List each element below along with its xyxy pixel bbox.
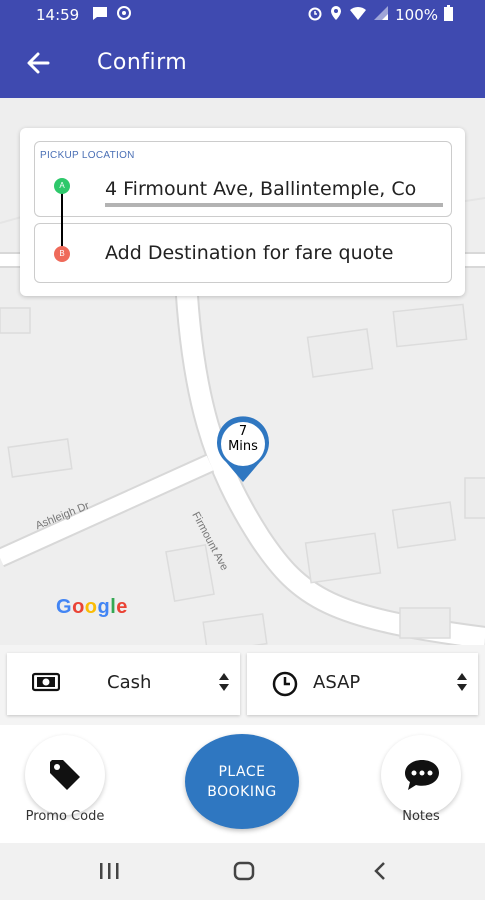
promo-code-label: Promo Code: [25, 809, 105, 824]
pickup-eta-pin[interactable]: 7 Mins: [212, 416, 274, 486]
location-icon: [329, 5, 343, 25]
status-bar: 14:59 100%: [0, 0, 485, 30]
payment-method-value: Cash: [107, 672, 152, 693]
sync-icon: [116, 5, 132, 25]
recent-apps-button[interactable]: [98, 861, 120, 885]
tag-icon: [47, 757, 83, 797]
eta-unit: Mins: [228, 439, 258, 454]
battery-level: 100%: [395, 6, 438, 24]
chat-bubble-icon: [403, 757, 441, 797]
place-booking-line2: BOOKING: [207, 784, 277, 800]
destination-field[interactable]: Add Destination for fare quote: [34, 223, 452, 283]
alarm-icon: [307, 5, 323, 25]
pickup-address[interactable]: 4 Firmount Ave, Ballintemple, Co: [105, 178, 443, 207]
system-nav-bar: [0, 843, 485, 900]
arrow-left-icon: [22, 52, 56, 84]
pickup-field[interactable]: PICKUP LOCATION 4 Firmount Ave, Ballinte…: [34, 141, 452, 217]
promo-code-button[interactable]: [25, 735, 105, 815]
pickup-time-select[interactable]: ASAP: [247, 653, 478, 715]
sort-arrows-icon: [456, 671, 468, 697]
home-button[interactable]: [232, 861, 256, 885]
payment-method-select[interactable]: Cash: [7, 653, 240, 715]
booking-actions: Promo Code PLACE BOOKING Notes: [0, 725, 485, 843]
eta-value: 7: [238, 424, 248, 439]
recent-apps-icon: [100, 863, 119, 879]
wifi-icon: [349, 5, 367, 25]
back-nav-button[interactable]: [372, 861, 388, 885]
clock-icon: [272, 671, 298, 701]
status-time: 14:59: [36, 6, 80, 24]
page-title: Confirm: [97, 50, 188, 75]
signal-icon: [373, 5, 389, 25]
pickup-marker: A: [54, 178, 70, 194]
google-logo: Google: [56, 596, 128, 618]
message-icon: [92, 5, 108, 25]
destination-marker: B: [54, 246, 70, 262]
chevron-left-icon: [374, 862, 385, 880]
route-connector: [61, 192, 63, 248]
pickup-label: PICKUP LOCATION: [40, 150, 135, 161]
app-bar: Confirm: [0, 30, 485, 98]
notes-button[interactable]: [381, 735, 461, 815]
booking-options: Cash ASAP: [0, 645, 485, 725]
pickup-time-value: ASAP: [313, 672, 361, 693]
cash-icon: [31, 671, 61, 697]
location-card: PICKUP LOCATION 4 Firmount Ave, Ballinte…: [20, 128, 465, 296]
sort-arrows-icon: [218, 671, 230, 697]
place-booking-line1: PLACE: [218, 764, 266, 780]
destination-placeholder: Add Destination for fare quote: [105, 242, 394, 264]
back-button[interactable]: [22, 46, 56, 80]
home-icon: [233, 861, 255, 881]
battery-icon: [444, 5, 453, 25]
notes-label: Notes: [402, 809, 440, 824]
place-booking-button[interactable]: PLACE BOOKING: [185, 734, 299, 829]
